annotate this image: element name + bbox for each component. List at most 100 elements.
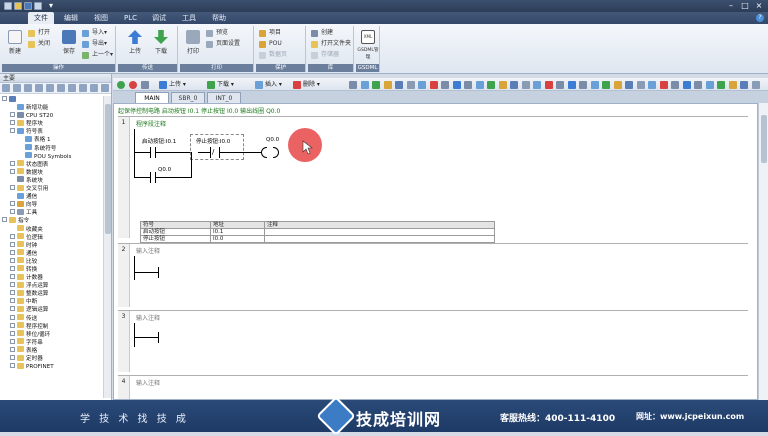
toolbar-button-icon[interactable] <box>406 80 417 89</box>
tree-expander-icon[interactable] <box>10 233 15 239</box>
tree-item[interactable]: 转换 <box>0 265 102 274</box>
tree-item[interactable]: 整数运算 <box>0 289 102 298</box>
tree-expander-icon[interactable] <box>10 346 15 352</box>
close-button[interactable]: 关闭 <box>28 39 50 49</box>
tree-expander-icon[interactable] <box>10 120 15 126</box>
coil-output[interactable] <box>273 147 279 158</box>
network-4[interactable]: 4 输入注释 <box>118 375 748 399</box>
tree-item[interactable]: 通信 <box>0 192 102 201</box>
tree-item[interactable]: 比较 <box>0 257 102 266</box>
network-comment[interactable]: 程序段注释 <box>136 119 166 128</box>
tree-item[interactable]: 新增功能 <box>0 103 102 112</box>
tree-expander-icon[interactable] <box>2 96 7 101</box>
toolbar-button-icon[interactable] <box>372 80 382 89</box>
tree-expander-icon[interactable] <box>10 338 15 344</box>
tree-item[interactable]: POU Symbols <box>0 152 102 161</box>
open-button[interactable]: 打开 <box>28 28 50 38</box>
toolbar-button-icon[interactable] <box>671 80 681 89</box>
open-folder-button[interactable]: 打开文件夹 <box>311 39 351 49</box>
toolbar-button-icon[interactable] <box>360 80 371 89</box>
previous-button[interactable]: 上一个▾ <box>82 50 113 60</box>
stop-icon[interactable] <box>129 80 139 89</box>
insert-toolbar-button[interactable]: 插入 ▾ <box>255 80 282 89</box>
menu-tools[interactable]: 工具 <box>176 12 202 24</box>
tree-expander-icon[interactable] <box>10 209 15 215</box>
menu-plc[interactable]: PLC <box>118 12 143 24</box>
tree-item[interactable]: 位逻辑 <box>0 233 102 242</box>
tree-item[interactable]: 通信 <box>0 249 102 258</box>
toolbar-button-icon[interactable] <box>705 80 716 89</box>
tree-item[interactable]: 状态图表 <box>0 160 102 169</box>
tree-expander-icon[interactable] <box>10 282 15 288</box>
toolbar-button-icon[interactable] <box>429 80 440 89</box>
tree-tool-icon[interactable] <box>13 84 21 92</box>
tree-item[interactable]: 符号表 <box>0 127 102 136</box>
tree-item[interactable]: 逻辑运算 <box>0 305 102 314</box>
menu-help[interactable]: 帮助 <box>206 12 232 24</box>
toolbar-button-icon[interactable] <box>590 80 601 89</box>
tree-tool-icon[interactable] <box>35 84 43 92</box>
toolbar-button-icon[interactable] <box>682 80 693 89</box>
tree-tool-icon[interactable] <box>68 84 76 92</box>
tree-item[interactable]: 系统块 <box>0 176 102 185</box>
help-icon[interactable]: ? <box>756 14 764 22</box>
toolbar-button-icon[interactable] <box>544 80 555 89</box>
network-1[interactable]: 1 程序段注释 启动按钮:I0.1 停止按钮:I0.0 / Q0.0 Q0.0 <box>118 116 748 243</box>
print-icon[interactable] <box>34 2 42 10</box>
upload-button[interactable]: 上传 <box>124 28 146 62</box>
export-button[interactable]: 导出▾ <box>82 39 107 49</box>
tree-tool-icon[interactable] <box>2 84 10 92</box>
tree-expander-icon[interactable] <box>10 363 15 369</box>
empty-rung-end[interactable] <box>158 267 159 278</box>
print-button[interactable]: 打印 <box>182 28 204 62</box>
tree-item[interactable] <box>0 96 102 104</box>
tree-item[interactable]: 指令 <box>0 216 102 225</box>
tree-tool-icon[interactable] <box>57 84 65 92</box>
toolbar-button-icon[interactable] <box>452 80 463 89</box>
tree-expander-icon[interactable] <box>10 128 15 134</box>
menu-edit[interactable]: 编辑 <box>58 12 84 24</box>
delete-toolbar-button[interactable]: 删除 ▾ <box>293 80 320 89</box>
new-file-icon[interactable] <box>4 2 12 10</box>
network-comment[interactable]: 输入注释 <box>136 378 160 387</box>
tree-tool-icon[interactable] <box>90 84 98 92</box>
program-comment[interactable]: 起保停控制电路 启动按钮 I0.1 停止按钮 I0.0 输出线圈 Q0.0 <box>118 106 280 115</box>
tree-item[interactable]: 表格 <box>0 346 102 355</box>
tree-item[interactable]: 移位/循环 <box>0 330 102 339</box>
tab-int0[interactable]: INT_0 <box>207 92 241 103</box>
download-button[interactable]: 下载 <box>150 28 172 62</box>
tree-item[interactable]: 系统符号 <box>0 144 102 153</box>
tab-sbr0[interactable]: SBR_0 <box>171 92 205 103</box>
upload-toolbar-button[interactable]: 上传 ▾ <box>159 80 186 89</box>
create-library-button[interactable]: 创建 <box>311 28 333 38</box>
tree-expander-icon[interactable] <box>10 160 15 166</box>
protect-pou-button[interactable]: POU <box>259 39 282 49</box>
toolbar-button-icon[interactable] <box>613 80 624 89</box>
toolbar-button-icon[interactable] <box>510 80 520 89</box>
tree-item[interactable]: CPU ST20 <box>0 111 102 120</box>
protect-datapage-button[interactable]: 数据页 <box>259 50 287 60</box>
tree-scrollbar[interactable] <box>103 96 111 398</box>
new-button[interactable]: 新建 <box>4 28 26 62</box>
tree-item[interactable]: 程序块 <box>0 119 102 128</box>
toolbar-button-icon[interactable] <box>602 80 612 89</box>
page-setup-button[interactable]: 页面设置 <box>206 39 240 49</box>
toolbar-button-icon[interactable] <box>579 80 589 89</box>
tree-tool-icon[interactable] <box>46 84 54 92</box>
tree-item[interactable]: PROFINET <box>0 362 102 371</box>
network-3[interactable]: 3 输入注释 <box>118 310 748 372</box>
tree-expander-icon[interactable] <box>10 168 15 174</box>
tree-item[interactable]: 时钟 <box>0 241 102 250</box>
tree-expander-icon[interactable] <box>10 112 15 118</box>
toolbar-button-icon[interactable] <box>751 80 762 89</box>
menu-view[interactable]: 视图 <box>88 12 114 24</box>
toolbar-button-icon[interactable] <box>418 80 428 89</box>
toolbar-button-icon[interactable] <box>533 80 543 89</box>
tree-tool-icon[interactable] <box>79 84 87 92</box>
tree-expander-icon[interactable] <box>10 298 15 304</box>
compile-icon[interactable] <box>141 80 151 89</box>
tree-expander-icon[interactable] <box>10 314 15 320</box>
scrollbar-thumb[interactable] <box>761 115 767 163</box>
tree-expander-icon[interactable] <box>10 265 15 271</box>
import-button[interactable]: 导入▾ <box>82 28 107 38</box>
